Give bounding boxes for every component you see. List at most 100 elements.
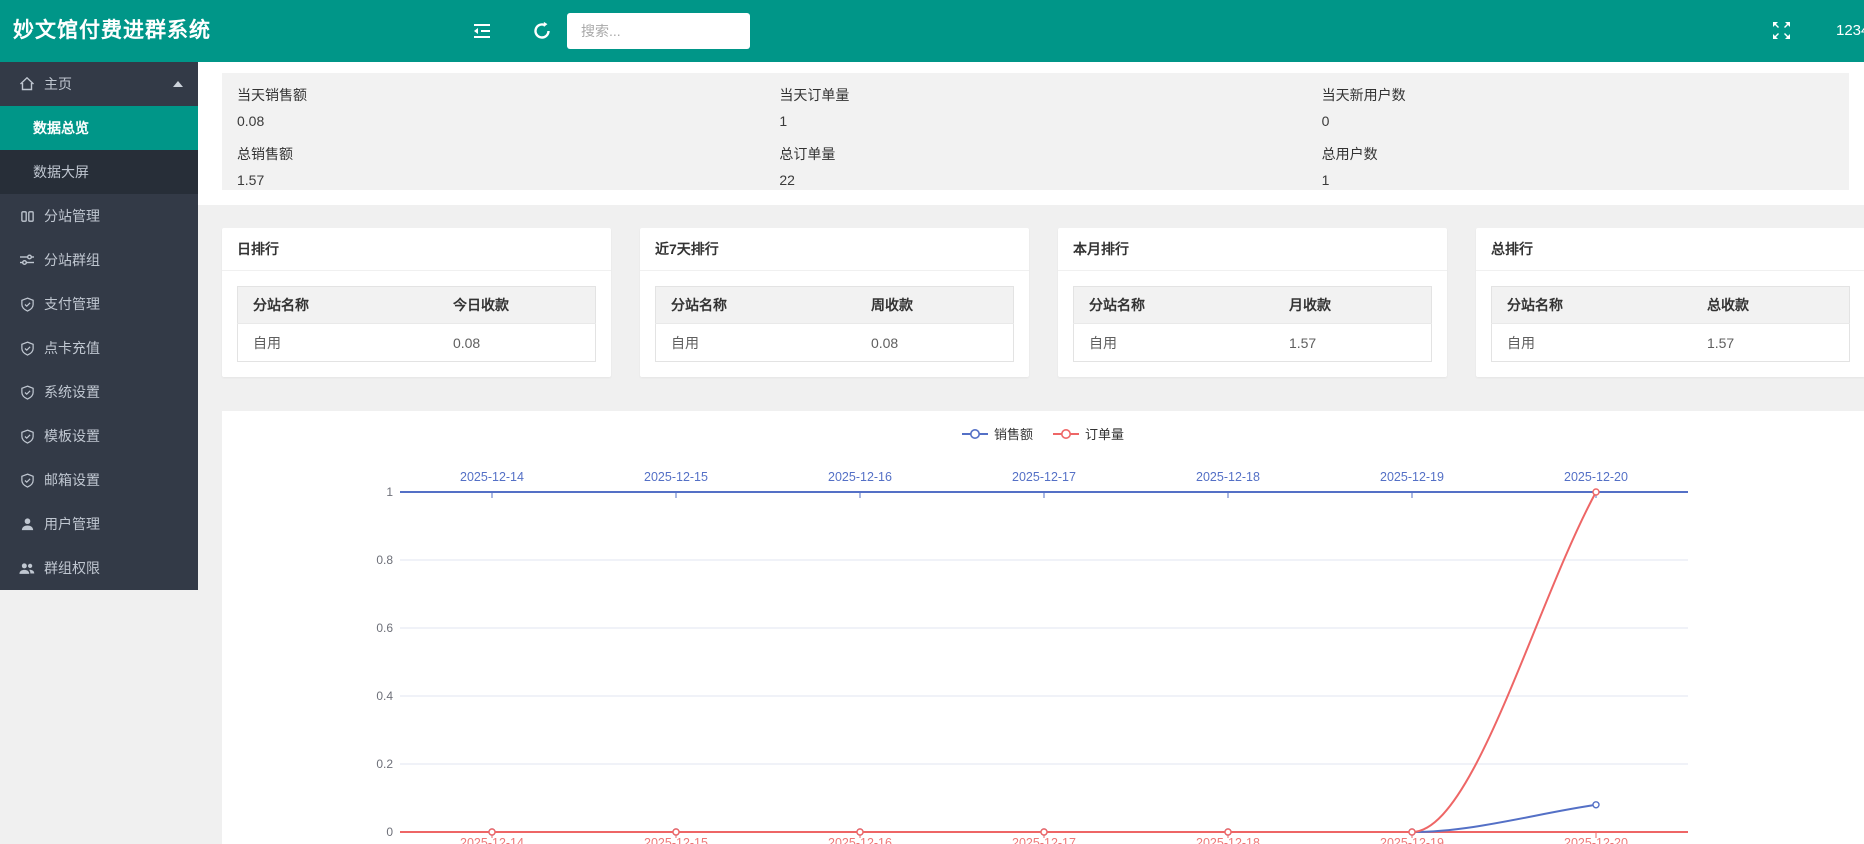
rank-card-title: 近7天排行 <box>640 228 1029 271</box>
column-header: 分站名称 <box>1492 287 1692 324</box>
stat-label: 当天销售额 <box>237 85 764 111</box>
rank-table: 分站名称 月收款 自用 1.57 <box>1073 286 1432 362</box>
stat-value: 1 <box>779 111 1306 144</box>
chart-legend: 销售额 订单量 <box>222 411 1864 443</box>
sidebar-item-label: 数据大屏 <box>33 162 89 182</box>
svg-text:2025-12-19: 2025-12-19 <box>1380 836 1444 844</box>
svg-text:2025-12-18: 2025-12-18 <box>1196 470 1260 484</box>
svg-text:2025-12-19: 2025-12-19 <box>1380 470 1444 484</box>
sidebar-item-template-settings[interactable]: 模板设置 <box>0 414 198 458</box>
column-header: 月收款 <box>1274 287 1432 324</box>
legend-label: 订单量 <box>1085 424 1124 443</box>
column-header: 分站名称 <box>1074 287 1274 324</box>
sidebar-item-data-screen[interactable]: 数据大屏 <box>0 150 198 194</box>
stat-value: 1 <box>1322 170 1849 203</box>
cell-amount: 0.08 <box>438 324 596 362</box>
stat-value: 0 <box>1322 111 1849 144</box>
legend-label: 销售额 <box>994 424 1033 443</box>
stat-label: 总用户数 <box>1322 144 1849 170</box>
column-header: 分站名称 <box>656 287 856 324</box>
rank-card-title: 日排行 <box>222 228 611 271</box>
svg-text:0.8: 0.8 <box>376 553 393 567</box>
stat-value: 1.57 <box>237 170 764 203</box>
table-row: 自用 0.08 <box>238 324 596 362</box>
svg-text:2025-12-15: 2025-12-15 <box>644 470 708 484</box>
rank-card-title: 总排行 <box>1476 228 1864 271</box>
legend-line-marker-icon <box>962 428 988 440</box>
search-input[interactable] <box>567 13 750 49</box>
shield-check-icon <box>19 472 35 488</box>
sidebar-item-home[interactable]: 主页 <box>0 62 198 106</box>
shield-check-icon <box>19 384 35 400</box>
stats-column-orders: 当天订单量 1 总订单量 22 <box>764 85 1306 178</box>
svg-text:2025-12-20: 2025-12-20 <box>1564 836 1628 844</box>
sidebar-item-card-recharge[interactable]: 点卡充值 <box>0 326 198 370</box>
sidebar-item-label: 数据总览 <box>33 118 89 138</box>
table-row: 自用 1.57 <box>1492 324 1850 362</box>
sidebar-item-email-settings[interactable]: 邮箱设置 <box>0 458 198 502</box>
sidebar-item-label: 系统设置 <box>44 382 100 402</box>
sidebar-item-substation-groups[interactable]: 分站群组 <box>0 238 198 282</box>
sidebar-item-label: 用户管理 <box>44 514 100 534</box>
column-header: 周收款 <box>856 287 1014 324</box>
shield-check-icon <box>19 296 35 312</box>
sidebar-item-label: 分站群组 <box>44 250 100 270</box>
sidebar-item-system-settings[interactable]: 系统设置 <box>0 370 198 414</box>
stat-value: 22 <box>779 170 1306 203</box>
rank-card-daily: 日排行 分站名称 今日收款 自用 0.08 <box>222 228 611 377</box>
sidebar-item-data-overview[interactable]: 数据总览 <box>0 106 198 150</box>
stats-panel: 当天销售额 0.08 总销售额 1.57 当天订单量 1 总订单量 22 当天新… <box>222 73 1849 190</box>
top-header: 妙文馆付费进群系统 12345 <box>0 0 1864 62</box>
stat-label: 当天订单量 <box>779 85 1306 111</box>
sales-orders-chart-card: 销售额 订单量 00.20.40.60.812025-12-142025-12-1… <box>222 411 1864 844</box>
stats-column-users: 当天新用户数 0 总用户数 1 <box>1307 85 1849 178</box>
sidebar-item-substation-mgmt[interactable]: 分站管理 <box>0 194 198 238</box>
rank-card-month: 本月排行 分站名称 月收款 自用 1.57 <box>1058 228 1447 377</box>
rank-table: 分站名称 总收款 自用 1.57 <box>1491 286 1850 362</box>
home-icon <box>19 76 35 92</box>
svg-text:2025-12-17: 2025-12-17 <box>1012 836 1076 844</box>
cell-amount: 1.57 <box>1274 324 1432 362</box>
caret-up-icon <box>173 81 183 87</box>
cell-site-name: 自用 <box>656 324 856 362</box>
svg-text:0.2: 0.2 <box>376 757 393 771</box>
rank-card-total: 总排行 分站名称 总收款 自用 1.57 <box>1476 228 1864 377</box>
cell-amount: 1.57 <box>1692 324 1850 362</box>
legend-item[interactable]: 订单量 <box>1053 424 1124 443</box>
legend-item[interactable]: 销售额 <box>962 424 1033 443</box>
sidebar-item-payment-mgmt[interactable]: 支付管理 <box>0 282 198 326</box>
stats-column-sales: 当天销售额 0.08 总销售额 1.57 <box>222 85 764 178</box>
column-header: 分站名称 <box>238 287 438 324</box>
svg-text:0: 0 <box>386 825 393 839</box>
svg-text:2025-12-14: 2025-12-14 <box>460 470 524 484</box>
sidebar-item-label: 群组权限 <box>44 558 100 578</box>
shield-check-icon <box>19 428 35 444</box>
svg-text:1: 1 <box>386 485 393 499</box>
cell-site-name: 自用 <box>1074 324 1274 362</box>
stat-label: 总销售额 <box>237 144 764 170</box>
cell-site-name: 自用 <box>238 324 438 362</box>
refresh-icon[interactable] <box>532 21 552 41</box>
svg-text:2025-12-15: 2025-12-15 <box>644 836 708 844</box>
cell-site-name: 自用 <box>1492 324 1692 362</box>
stat-label: 当天新用户数 <box>1322 85 1849 111</box>
svg-text:2025-12-16: 2025-12-16 <box>828 836 892 844</box>
fullscreen-icon[interactable] <box>1772 21 1792 41</box>
svg-text:2025-12-16: 2025-12-16 <box>828 470 892 484</box>
sidebar-item-label: 点卡充值 <box>44 338 100 358</box>
sliders-icon <box>19 252 35 268</box>
stat-value: 0.08 <box>237 111 764 144</box>
collapse-menu-icon[interactable] <box>472 21 492 41</box>
cell-amount: 0.08 <box>856 324 1014 362</box>
sales-orders-line-chart: 00.20.40.60.812025-12-142025-12-142025-1… <box>222 411 1864 844</box>
sidebar-item-label: 主页 <box>44 74 72 94</box>
user-menu[interactable]: 12345 <box>1836 0 1864 62</box>
svg-text:0.4: 0.4 <box>376 689 393 703</box>
sidebar-item-group-permissions[interactable]: 群组权限 <box>0 546 198 590</box>
sidebar-item-label: 支付管理 <box>44 294 100 314</box>
legend-line-marker-icon <box>1053 428 1079 440</box>
svg-text:2025-12-14: 2025-12-14 <box>460 836 524 844</box>
sidebar-item-user-mgmt[interactable]: 用户管理 <box>0 502 198 546</box>
users-icon <box>19 560 35 576</box>
shield-check-icon <box>19 340 35 356</box>
